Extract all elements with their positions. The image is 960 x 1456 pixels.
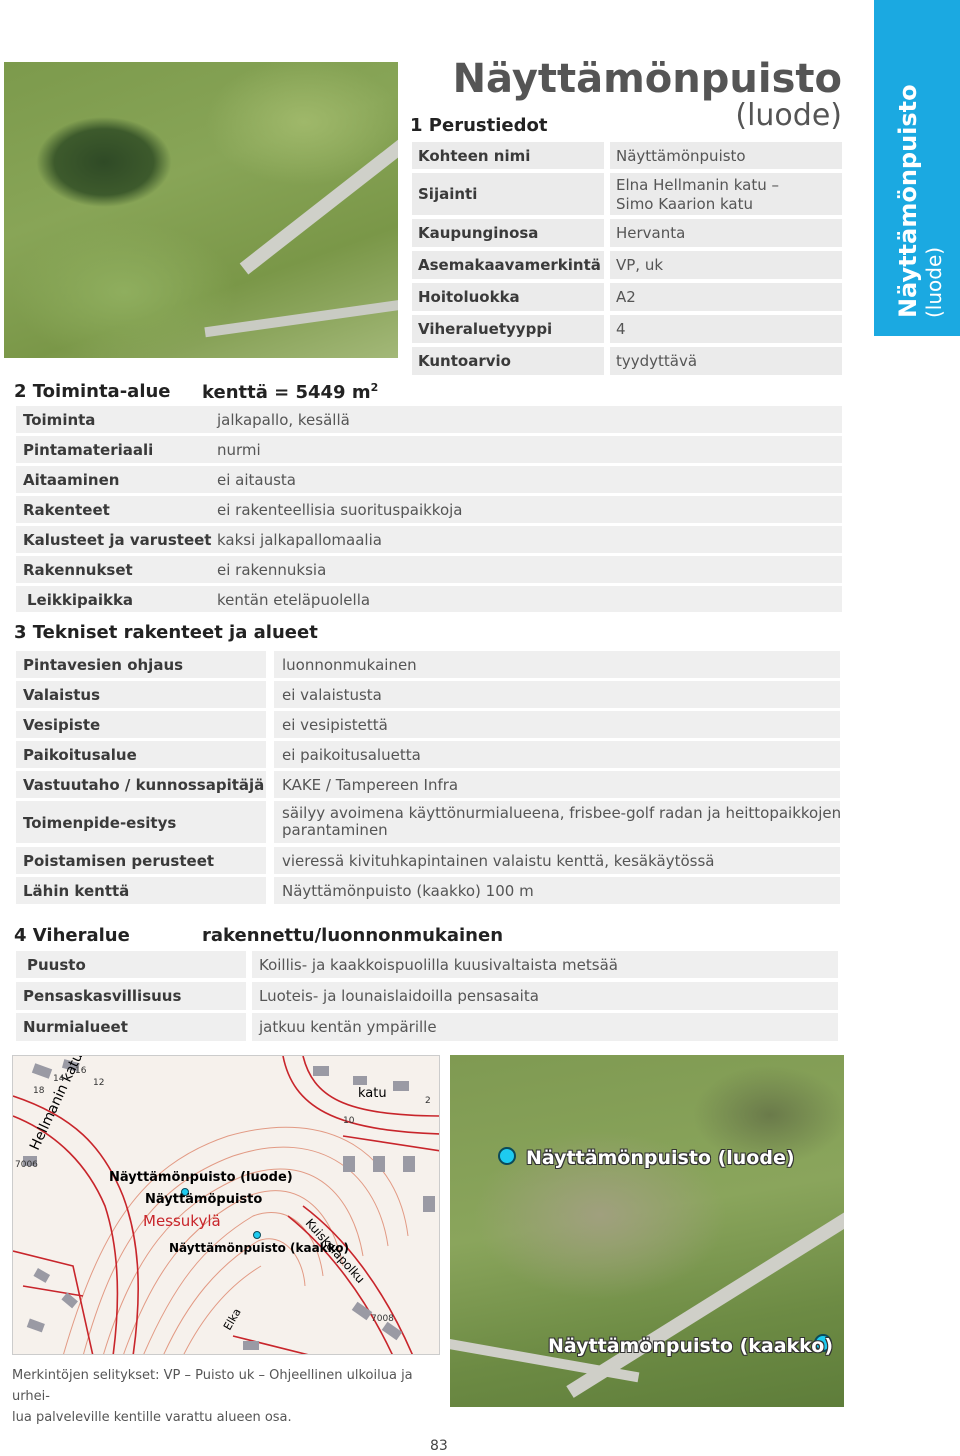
s4-value-puusto: Koillis- ja kaakkoispuolilla kuusivaltai… bbox=[259, 956, 618, 974]
s2-row bbox=[16, 586, 842, 612]
map-label-messukyla: Messukylä bbox=[143, 1212, 221, 1230]
s1-value-sijainti: Elna Hellmanin katu – Simo Kaarion katu bbox=[610, 173, 842, 215]
s2-label-pintamateriaali: Pintamateriaali bbox=[23, 441, 154, 459]
s2-label-rakennukset: Rakennukset bbox=[23, 561, 133, 579]
s3-value-poistamisen-perusteet: vieressä kivituhkapintainen valaistu ken… bbox=[282, 852, 715, 870]
side-tab-title: Näyttämönpuisto bbox=[894, 84, 922, 318]
s2-value-rakenteet: ei rakenteellisia suorituspaikkoja bbox=[217, 501, 463, 519]
aerial-photo-bottom: Näyttämönpuisto (luode) Näyttämönpuisto … bbox=[450, 1055, 844, 1407]
map-number: 18 bbox=[33, 1086, 45, 1096]
aerial-label-kaakko: Näyttämönpuisto (kaakko) bbox=[548, 1335, 834, 1357]
page-title: Näyttämönpuisto bbox=[452, 56, 842, 102]
s4-label-pensaskasvillisuus: Pensaskasvillisuus bbox=[23, 987, 182, 1005]
section3-heading: 3 Tekniset rakenteet ja alueet bbox=[14, 622, 318, 643]
s2-row bbox=[16, 406, 842, 433]
s2-value-aitaaminen: ei aitausta bbox=[217, 471, 296, 489]
s2-value-pintamateriaali: nurmi bbox=[217, 441, 261, 459]
s3-value-toimenpide-esitys: säilyy avoimena käyttönurmialueena, fris… bbox=[282, 805, 841, 839]
s3-value-vesipiste: ei vesipistettä bbox=[282, 716, 388, 734]
s2-value-rakennukset: ei rakennuksia bbox=[217, 561, 327, 579]
s1-value-kaupunginosa: Hervanta bbox=[610, 219, 842, 247]
s2-label-rakenteet: Rakenteet bbox=[23, 501, 110, 519]
s2-label-toiminta: Toiminta bbox=[23, 411, 96, 429]
side-tab: Näyttämönpuisto (luode) bbox=[874, 0, 960, 336]
s3-label-vesipiste: Vesipiste bbox=[23, 716, 101, 734]
map-number: 16 bbox=[75, 1066, 87, 1076]
page-subtitle: (luode) bbox=[735, 98, 842, 133]
s1-value-kohteen-nimi: Näyttämönpuisto bbox=[610, 142, 842, 169]
s4-label-puusto: Puusto bbox=[27, 956, 86, 974]
section2-heading-value: kenttä = 5449 m2 bbox=[202, 381, 378, 403]
s2-label-aitaaminen: Aitaaminen bbox=[23, 471, 120, 489]
section1-heading: 1 Perustiedot bbox=[410, 115, 548, 136]
section4-heading-value: rakennettu/luonnonmukainen bbox=[202, 925, 504, 946]
s3-value-toimenpide-line2: parantaminen bbox=[282, 821, 388, 839]
s4-label-nurmialueet: Nurmialueet bbox=[23, 1018, 128, 1036]
s1-value-sijainti-line2: Simo Kaarion katu bbox=[616, 195, 753, 213]
s1-value-kuntoarvio: tyydyttävä bbox=[610, 347, 842, 375]
s1-label-kuntoarvio: Kuntoarvio bbox=[412, 347, 604, 375]
s3-label-poistamisen-perusteet: Poistamisen perusteet bbox=[23, 852, 215, 870]
s1-label-viheraluetyyppi: Viheraluetyyppi bbox=[412, 315, 604, 343]
map-label-luode: Näyttämönpuisto (luode) bbox=[109, 1170, 293, 1185]
legend-note: Merkintöjen selitykset: VP – Puisto uk –… bbox=[12, 1365, 442, 1428]
legend-note-line1: Merkintöjen selitykset: VP – Puisto uk –… bbox=[12, 1368, 413, 1404]
s2-row bbox=[16, 556, 842, 583]
map-label-nayttamopuisto: Näyttämöpuisto bbox=[145, 1192, 263, 1207]
s3-value-toimenpide-line1: säilyy avoimena käyttönurmialueena, fris… bbox=[282, 804, 842, 822]
s1-label-kaupunginosa: Kaupunginosa bbox=[412, 219, 604, 247]
s3-label-valaistus: Valaistus bbox=[23, 686, 101, 704]
s3-value-paikoitusalue: ei paikoitusaluetta bbox=[282, 746, 421, 764]
page-number: 83 bbox=[430, 1438, 448, 1454]
s4-value-nurmialueet: jatkuu kentän ympärille bbox=[259, 1018, 437, 1036]
legend-note-line2: lua palveleville kentille varattu alueen… bbox=[12, 1410, 292, 1425]
map-number: 12 bbox=[93, 1078, 105, 1088]
map-label-katu: katu bbox=[358, 1086, 387, 1101]
s1-value-hoitoluokka: A2 bbox=[610, 283, 842, 311]
marker-luode bbox=[498, 1147, 516, 1165]
aerial-label-luode: Näyttämönpuisto (luode) bbox=[526, 1147, 795, 1169]
s2-value-kalusteet: kaksi jalkapallomaalia bbox=[217, 531, 382, 549]
map-number: 10 bbox=[343, 1116, 355, 1126]
aerial-photo-top bbox=[4, 62, 398, 358]
s1-value-viheraluetyyppi: 4 bbox=[610, 315, 842, 343]
s1-label-kohteen-nimi: Kohteen nimi bbox=[412, 142, 604, 169]
s3-value-valaistus: ei valaistusta bbox=[282, 686, 382, 704]
site-map: Näyttämönpuisto (luode) Näyttämöpuisto M… bbox=[12, 1055, 440, 1355]
section2-area-sup: 2 bbox=[370, 381, 379, 394]
s1-value-asemakaavamerkinta: VP, uk bbox=[610, 251, 842, 279]
section2-area: kenttä = 5449 m bbox=[202, 382, 371, 403]
s3-label-lahin-kentta: Lähin kenttä bbox=[23, 882, 130, 900]
side-tab-subtitle: (luode) bbox=[922, 246, 946, 318]
s3-label-pintavesien-ohjaus: Pintavesien ohjaus bbox=[23, 656, 184, 674]
s3-value-vastuutaho: KAKE / Tampereen Infra bbox=[282, 776, 459, 794]
s2-label-leikkipaikka: Leikkipaikka bbox=[27, 591, 134, 609]
section4-heading: 4 Viheralue bbox=[14, 925, 130, 946]
s3-label-toimenpide-esitys: Toimenpide-esitys bbox=[23, 814, 177, 832]
map-number: 2 bbox=[425, 1096, 431, 1106]
s1-label-sijainti: Sijainti bbox=[412, 173, 604, 215]
section2-heading: 2 Toiminta-alue bbox=[14, 381, 171, 402]
s2-value-toiminta: jalkapallo, kesällä bbox=[217, 411, 350, 429]
s2-label-kalusteet: Kalusteet ja varusteet bbox=[23, 531, 212, 549]
s3-value-lahin-kentta: Näyttämönpuisto (kaakko) 100 m bbox=[282, 882, 534, 900]
map-number: 7006 bbox=[15, 1160, 38, 1170]
s1-value-sijainti-line1: Elna Hellmanin katu – bbox=[616, 176, 779, 194]
s3-value-pintavesien-ohjaus: luonnonmukainen bbox=[282, 656, 417, 674]
s2-value-leikkipaikka: kentän eteläpuolella bbox=[217, 591, 371, 609]
map-number: 14 bbox=[53, 1074, 65, 1084]
s4-value-pensaskasvillisuus: Luoteis- ja lounaislaidoilla pensasaita bbox=[259, 987, 539, 1005]
s3-label-paikoitusalue: Paikoitusalue bbox=[23, 746, 137, 764]
s1-label-asemakaavamerkinta: Asemakaavamerkintä bbox=[412, 251, 604, 279]
s2-row bbox=[16, 466, 842, 493]
map-number: 7008 bbox=[371, 1314, 394, 1324]
s1-label-hoitoluokka: Hoitoluokka bbox=[412, 283, 604, 311]
s3-label-vastuutaho: Vastuutaho / kunnossapitäjä bbox=[23, 776, 265, 794]
